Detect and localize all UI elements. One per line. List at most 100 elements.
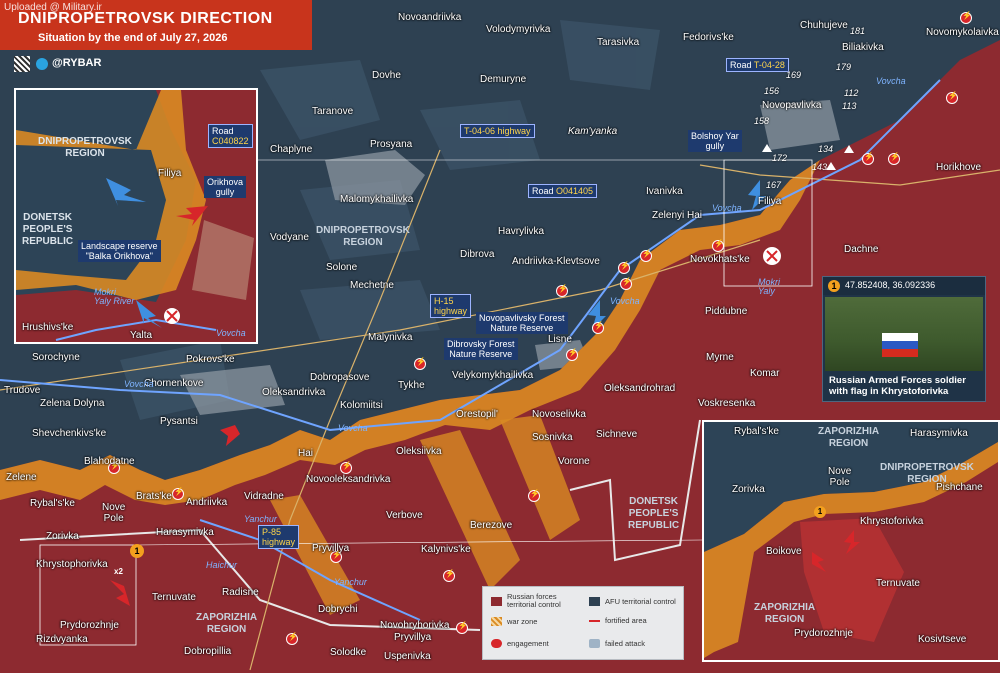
town-label: Novooleksandrivka [306, 474, 391, 485]
town-label: Oleksiivka [396, 446, 442, 457]
height-marker-icon [762, 144, 772, 152]
legend-war-zone: war zone [491, 617, 537, 626]
town-label: Chaplyne [270, 144, 313, 155]
town-label: Shevchenkivs'ke [32, 428, 107, 439]
inset-town-khrystoforivka: Khrystoforivka [860, 516, 924, 527]
engagement-icon [712, 239, 724, 252]
town-label: Chuhujeve [800, 20, 848, 31]
town-label: Vidradne [244, 491, 284, 502]
river-label: Vovcha [610, 296, 640, 306]
town-label: Dachne [844, 244, 879, 255]
town-label: Oleksandrohrad [604, 383, 676, 394]
river-label: Mokri Yaly [758, 277, 780, 296]
town-label: Mechetne [350, 280, 394, 291]
town-label: Andriivka [186, 497, 228, 508]
town-label: Dovhe [372, 70, 401, 81]
telegram-icon [36, 58, 48, 70]
qr-code-icon [14, 56, 30, 72]
inset-region-zp-top: ZAPORIZHIA REGION [818, 426, 880, 449]
town-label: Pokrovs'ke [186, 354, 235, 365]
road-tag: Road T-04-28 [726, 58, 789, 72]
town-label: Khrystophorivka [36, 559, 108, 570]
engagement-icon [443, 569, 455, 582]
engagement-icon [566, 348, 578, 361]
inset-town-hrushivske: Hrushivs'ke [22, 322, 74, 333]
town-label: Nove Pole [102, 502, 126, 524]
town-label: Sosnivka [532, 432, 573, 443]
town-label: Novohryhorivka [380, 620, 450, 631]
town-label: Berezove [470, 520, 513, 531]
photo-image [825, 297, 983, 371]
town-label: Malomykhailivka [340, 194, 414, 205]
inset-region-dp: DNIPROPETROVSK REGION [38, 136, 132, 159]
town-label: Zorivka [46, 531, 79, 542]
legend-label: failed attack [605, 638, 646, 648]
inset-town-filiya: Filiya [158, 168, 182, 179]
legend-swatch [491, 596, 502, 606]
gully-label: Bolshoy Yar gully [688, 130, 742, 152]
town-label: Myrne [706, 352, 734, 363]
watermark-text: Uploaded @ Military.ir [4, 2, 102, 13]
town-label: Sorochyne [32, 352, 80, 363]
photo-location-pin: 1 [130, 544, 144, 558]
town-label: Tarasivka [597, 37, 640, 48]
photo-card[interactable]: 1 47.852408, 36.092336 Russian Armed For… [822, 276, 986, 402]
town-label: Orestopil' [456, 409, 498, 420]
town-label: Novopavlivka [762, 100, 822, 111]
engagement-icon [960, 11, 972, 24]
engagement-icon [862, 152, 874, 165]
town-label: Solodke [330, 647, 367, 658]
town-label: Malynivka [368, 332, 413, 343]
legend-russian: Russian forces territorial control [491, 593, 561, 609]
legend-label: AFU territorial control [605, 596, 676, 606]
photo-coordinates: 47.852408, 36.092336 [845, 280, 936, 290]
page-subtitle: Situation by the end of July 27, 2026 [38, 32, 228, 44]
town-label: Zelenyi Hai [652, 210, 703, 221]
legend-label: Russian forces territorial control [507, 592, 561, 609]
town-label: Dobrychi [318, 604, 358, 615]
inset-town-pishchane: Pishchane [936, 482, 983, 493]
distance-mark: 169 [786, 70, 802, 80]
town-label: Oleksandrivka [262, 387, 326, 398]
town-label: Lisne [548, 334, 572, 345]
town-label: Trudove [4, 385, 41, 396]
town-label: Piddubne [705, 306, 748, 317]
town-label: Demuryne [480, 74, 527, 85]
inset-gully-label: Orikhova gully [204, 176, 247, 198]
town-label: Novokhats'ke [690, 254, 750, 265]
photo-pin-icon: 1 [828, 280, 840, 292]
attack-count-badge: x2 [114, 567, 123, 576]
town-label: Rybal's'ke [30, 498, 75, 509]
town-label: Voskresenka [698, 398, 756, 409]
legend-engagement: engagement [491, 639, 549, 648]
town-label: Komar [750, 368, 780, 379]
town-label: Zelene [6, 472, 37, 483]
town-label: Dibrova [460, 249, 495, 260]
distance-mark: 113 [842, 101, 857, 111]
engagement-icon [414, 357, 426, 370]
town-label: Ivanivka [646, 186, 683, 197]
town-label: Pryvillya [312, 543, 350, 554]
engagement-icon [172, 487, 184, 500]
town-label: Andriivka-Klevtsove [512, 256, 600, 267]
road-tag: T-04-06 highway [460, 124, 535, 138]
town-label: Velykomykhailivka [452, 370, 534, 381]
legend-swatch [491, 617, 502, 626]
inset-river-label: Vovcha [216, 328, 246, 338]
brand-bar: @RYBAR [14, 56, 118, 72]
town-label: Biliakivka [842, 42, 884, 53]
town-label: Novoandriivka [398, 12, 462, 23]
region-label-dnipropetrovsk: DNIPROPETROVSK REGION [316, 225, 410, 248]
inset-town-harasymivka: Harasymivka [910, 428, 968, 439]
distance-mark: 156 [764, 86, 780, 96]
engagement-icon [618, 261, 630, 274]
map-stage: DNIPROPETROVSK DIRECTION Situation by th… [0, 0, 1000, 673]
inset-town-kosivtseve: Kosivtseve [918, 634, 967, 645]
distance-mark: 181 [850, 26, 866, 36]
legend-afu: AFU territorial control [589, 597, 676, 606]
height-marker-icon [826, 162, 836, 170]
town-label: Radisne [222, 587, 259, 598]
inset-photo-pin: 1 [814, 506, 826, 518]
height-marker-icon [844, 145, 854, 153]
road-tag: H-15 highway [430, 294, 472, 318]
